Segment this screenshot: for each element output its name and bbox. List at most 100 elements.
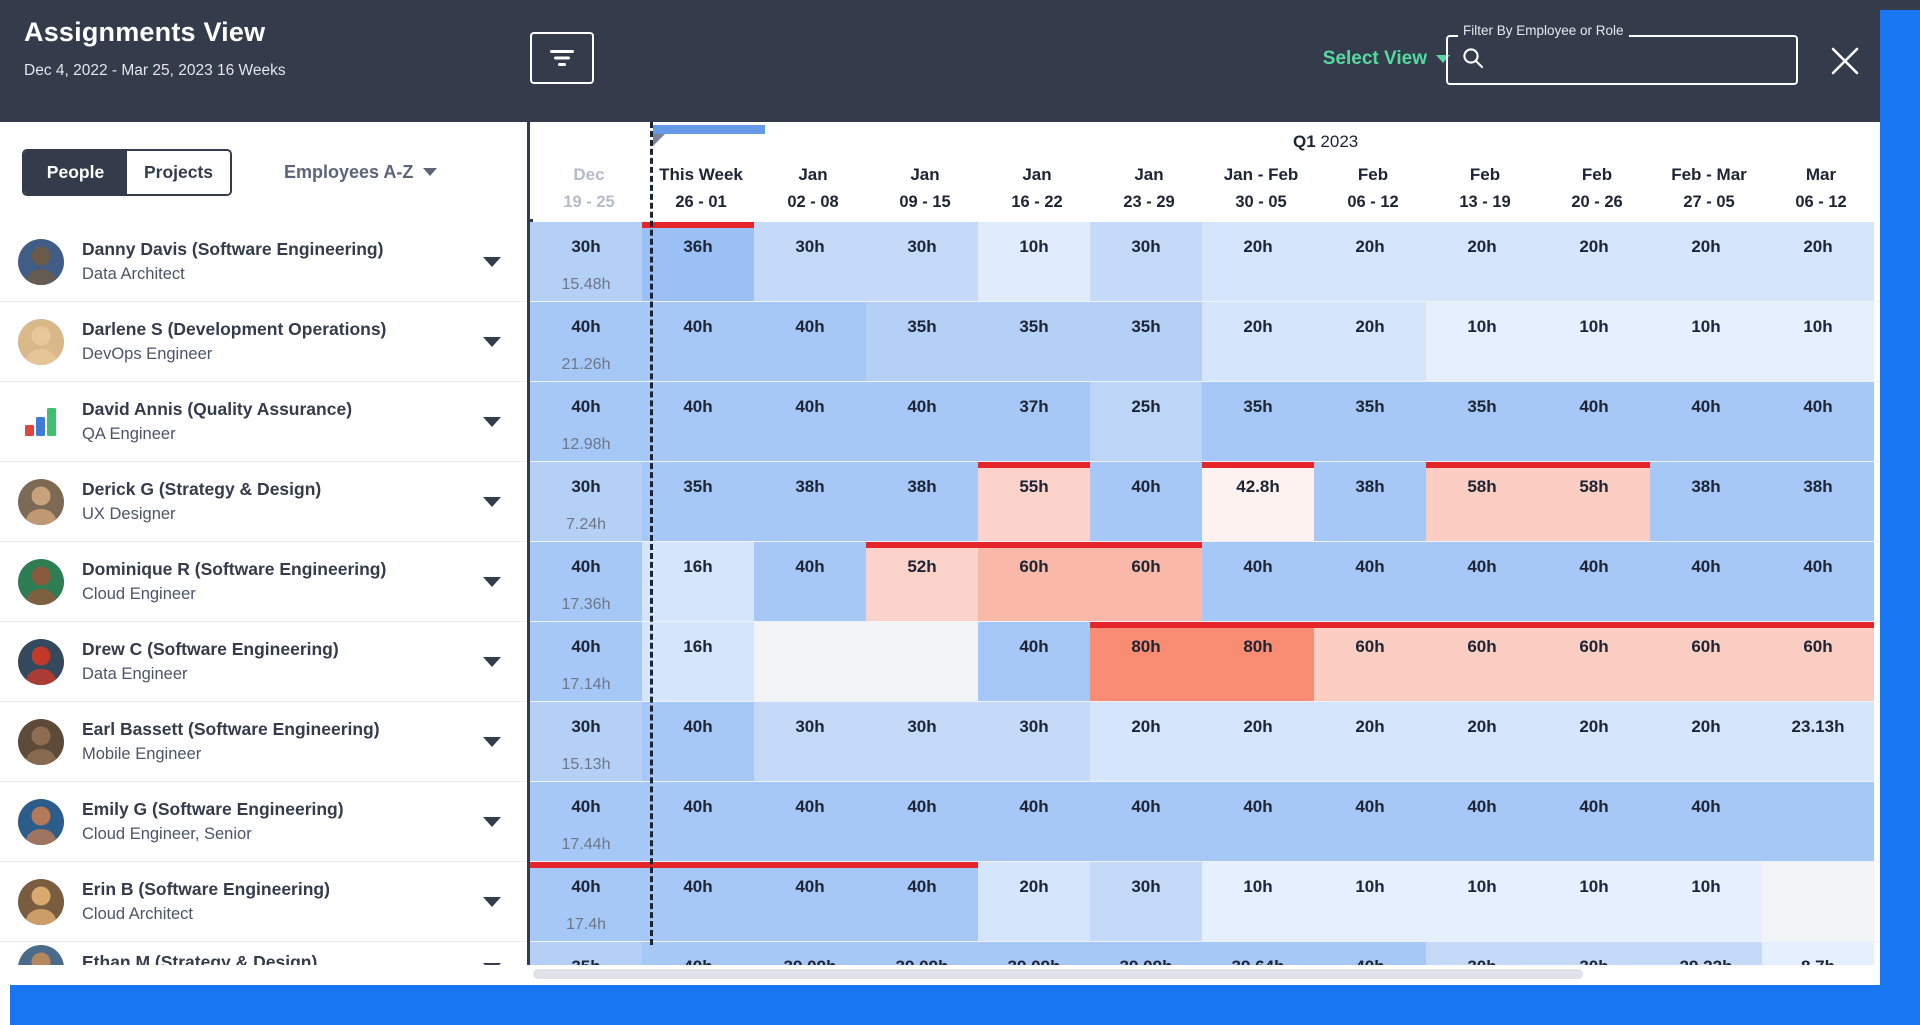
- assignment-cell[interactable]: 40h: [1202, 542, 1314, 621]
- assignment-cell[interactable]: 20h: [1314, 302, 1426, 381]
- assignment-cell[interactable]: 35h: [642, 462, 754, 541]
- assignment-cell[interactable]: [754, 622, 866, 701]
- assignment-cell[interactable]: 36h: [642, 222, 754, 301]
- assignment-cell[interactable]: 38h: [1650, 462, 1762, 541]
- assignment-cell[interactable]: 20h: [1314, 702, 1426, 781]
- assignment-cell[interactable]: 20h: [978, 862, 1090, 941]
- tab-people[interactable]: People: [24, 151, 127, 194]
- filter-button[interactable]: [530, 32, 594, 84]
- assignment-cell[interactable]: 40h: [866, 782, 978, 861]
- assignment-cell[interactable]: 20h: [1090, 702, 1202, 781]
- assignment-cell[interactable]: 20h: [1314, 222, 1426, 301]
- assignment-cell[interactable]: 20h: [1426, 702, 1538, 781]
- assignment-cell[interactable]: 80h: [1202, 622, 1314, 701]
- assignment-cell[interactable]: 40h: [642, 782, 754, 861]
- assignment-cell[interactable]: 20h: [1426, 222, 1538, 301]
- filter-search-box[interactable]: [1446, 35, 1798, 85]
- row-expand-caret-icon[interactable]: [483, 577, 501, 587]
- sort-order-dropdown[interactable]: Employees A-Z: [284, 162, 437, 183]
- person-row[interactable]: Drew C (Software Engineering)Data Engine…: [0, 622, 527, 702]
- assignment-cell[interactable]: 40h: [754, 782, 866, 861]
- assignment-cell[interactable]: 42.8h: [1202, 462, 1314, 541]
- assignment-cell[interactable]: 40h: [642, 702, 754, 781]
- assignment-cell[interactable]: 40h: [1650, 782, 1762, 861]
- row-expand-caret-icon[interactable]: [483, 257, 501, 267]
- assignment-cell[interactable]: 40h: [1650, 542, 1762, 621]
- assignment-cell[interactable]: 40h: [1314, 542, 1426, 621]
- assignment-cell[interactable]: 40h: [642, 382, 754, 461]
- assignment-cell[interactable]: 30h: [1090, 222, 1202, 301]
- assignment-cell[interactable]: [1762, 782, 1874, 861]
- assignment-cell[interactable]: 16h: [642, 622, 754, 701]
- assignment-cell[interactable]: 40h21.26h: [530, 302, 642, 381]
- assignment-cell[interactable]: 40h: [642, 862, 754, 941]
- assignment-cell[interactable]: 40h: [1090, 462, 1202, 541]
- assignment-cell[interactable]: 40h: [1202, 782, 1314, 861]
- assignment-cell[interactable]: 38h: [754, 462, 866, 541]
- assignment-cell[interactable]: 40h: [1090, 782, 1202, 861]
- assignment-cell[interactable]: 20h: [1650, 222, 1762, 301]
- assignment-cell[interactable]: 40h17.44h: [530, 782, 642, 861]
- assignment-cell[interactable]: 10h: [978, 222, 1090, 301]
- assignment-cell[interactable]: 30h15.48h: [530, 222, 642, 301]
- row-expand-caret-icon[interactable]: [483, 657, 501, 667]
- person-row[interactable]: Derick G (Strategy & Design)UX Designer: [0, 462, 527, 542]
- assignment-cell[interactable]: 25h: [1090, 382, 1202, 461]
- assignment-cell[interactable]: 40h: [1314, 782, 1426, 861]
- person-row[interactable]: Darlene S (Development Operations)DevOps…: [0, 302, 527, 382]
- assignment-cell[interactable]: 40h: [754, 382, 866, 461]
- assignment-cell[interactable]: 35h: [978, 302, 1090, 381]
- assignment-cell[interactable]: 10h: [1650, 862, 1762, 941]
- assignment-cell[interactable]: 23.13h: [1762, 702, 1874, 781]
- person-row[interactable]: David Annis (Quality Assurance)QA Engine…: [0, 382, 527, 462]
- assignment-cell[interactable]: 40h: [1762, 542, 1874, 621]
- assignment-cell[interactable]: 40h: [866, 382, 978, 461]
- assignment-cell[interactable]: 38h: [1762, 462, 1874, 541]
- assignment-cell[interactable]: 40h: [754, 542, 866, 621]
- assignment-cell[interactable]: 20h: [1202, 302, 1314, 381]
- assignment-cell[interactable]: 10h: [1538, 302, 1650, 381]
- assignment-cell[interactable]: 35h: [1090, 302, 1202, 381]
- assignment-cell[interactable]: 30h: [978, 702, 1090, 781]
- assignment-cell[interactable]: 60h: [1426, 622, 1538, 701]
- assignment-cell[interactable]: 60h: [1762, 622, 1874, 701]
- assignment-cell[interactable]: 10h: [1538, 862, 1650, 941]
- search-input[interactable]: [1496, 51, 1766, 69]
- assignment-cell[interactable]: 30h: [1090, 862, 1202, 941]
- assignment-cell[interactable]: 35h: [866, 302, 978, 381]
- assignment-cell[interactable]: 20h: [1538, 702, 1650, 781]
- assignment-cell[interactable]: 58h: [1426, 462, 1538, 541]
- assignment-cell[interactable]: 30h: [866, 222, 978, 301]
- assignment-cell[interactable]: 60h: [1090, 542, 1202, 621]
- assignment-cell[interactable]: [1762, 862, 1874, 941]
- assignment-cell[interactable]: 40h: [1426, 542, 1538, 621]
- assignment-cell[interactable]: 40h: [1538, 382, 1650, 461]
- assignment-cell[interactable]: 40h: [866, 862, 978, 941]
- assignment-cell[interactable]: 10h: [1762, 302, 1874, 381]
- person-row[interactable]: Emily G (Software Engineering)Cloud Engi…: [0, 782, 527, 862]
- assignment-cell[interactable]: 80h: [1090, 622, 1202, 701]
- assignment-cell[interactable]: 10h: [1202, 862, 1314, 941]
- assignment-cell[interactable]: 40h: [978, 782, 1090, 861]
- assignment-cell[interactable]: 10h: [1426, 862, 1538, 941]
- assignment-cell[interactable]: 35h: [1202, 382, 1314, 461]
- assignment-cell[interactable]: 38h: [1314, 462, 1426, 541]
- scrollbar-thumb[interactable]: [533, 969, 1583, 979]
- assignment-cell[interactable]: 35h: [1314, 382, 1426, 461]
- row-expand-caret-icon[interactable]: [483, 817, 501, 827]
- assignment-cell[interactable]: 16h: [642, 542, 754, 621]
- assignment-cell[interactable]: 38h: [866, 462, 978, 541]
- assignment-cell[interactable]: 40h: [1538, 782, 1650, 861]
- assignment-cell[interactable]: 30h: [866, 702, 978, 781]
- assignment-cell[interactable]: 40h: [1426, 782, 1538, 861]
- assignment-cell[interactable]: 40h: [754, 302, 866, 381]
- assignment-cell[interactable]: 10h: [1650, 302, 1762, 381]
- assignment-cell[interactable]: 55h: [978, 462, 1090, 541]
- row-expand-caret-icon[interactable]: [483, 497, 501, 507]
- assignment-cell[interactable]: 40h: [1650, 382, 1762, 461]
- assignment-cell[interactable]: 30h: [754, 702, 866, 781]
- assignment-cell[interactable]: 10h: [1426, 302, 1538, 381]
- assignment-cell[interactable]: 58h: [1538, 462, 1650, 541]
- assignment-cell[interactable]: 20h: [1202, 702, 1314, 781]
- assignment-cell[interactable]: 20h: [1762, 222, 1874, 301]
